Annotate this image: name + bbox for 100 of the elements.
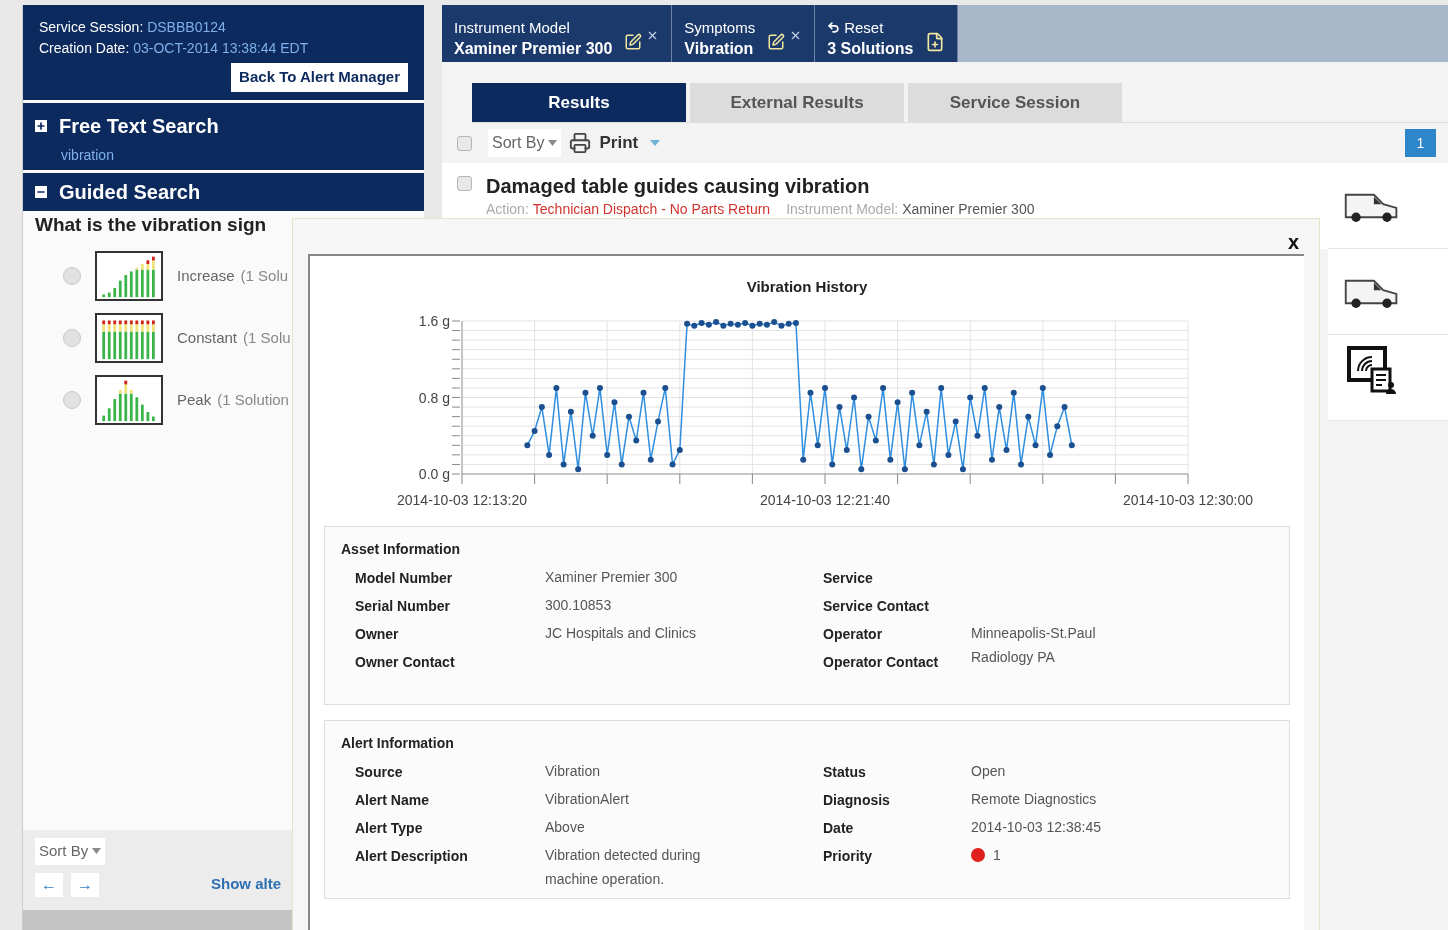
field-value: JC Hospitals and Clinics bbox=[545, 623, 696, 643]
section-title: Alert Information bbox=[341, 733, 455, 753]
bar-meter-drawing bbox=[95, 375, 163, 425]
data-point bbox=[524, 441, 531, 448]
data-point bbox=[546, 451, 553, 458]
option-label: Increase bbox=[177, 265, 235, 286]
breadcrumb-segment[interactable]: Symptoms Vibration bbox=[672, 5, 816, 62]
data-point bbox=[626, 413, 632, 420]
field-label: Owner bbox=[355, 624, 400, 644]
data-point bbox=[669, 460, 676, 467]
field-label: Priority bbox=[823, 846, 873, 866]
field-value: Vibration detected during machine operation. bbox=[545, 845, 702, 889]
data-point bbox=[894, 398, 901, 405]
data-point bbox=[655, 417, 661, 424]
breadcrumb-value: Xaminer Premier 300 bbox=[454, 38, 613, 59]
data-point bbox=[923, 408, 930, 415]
radio-button[interactable] bbox=[63, 267, 81, 285]
data-point bbox=[967, 394, 974, 400]
data-point bbox=[909, 389, 916, 396]
data-point bbox=[945, 451, 952, 458]
undo-icon[interactable] bbox=[827, 20, 841, 34]
collapse-icon[interactable] bbox=[35, 185, 47, 198]
back-button[interactable]: Back To Alert Manager bbox=[231, 63, 408, 92]
field-label: Date bbox=[823, 818, 855, 838]
action-value: Technician Dispatch - No Parts Return bbox=[532, 200, 771, 219]
breadcrumb-segment[interactable]: Instrument Model Xaminer Premier 300 bbox=[442, 5, 673, 62]
data-point bbox=[930, 460, 937, 467]
data-point bbox=[822, 384, 828, 391]
radio-button[interactable] bbox=[63, 391, 81, 409]
data-point bbox=[989, 456, 995, 463]
field-value: 2014-10-03 12:38:45 bbox=[971, 817, 1101, 837]
field-label: Model Number bbox=[355, 568, 454, 588]
section-title: Free Text Search bbox=[59, 113, 219, 139]
tab[interactable]: Results bbox=[472, 83, 686, 122]
x-tick-label: 2014-10-03 12:13:20 bbox=[397, 491, 527, 508]
data-point bbox=[589, 432, 596, 439]
field-value: Minneapolis-St.Paul Radiology PA bbox=[971, 623, 1097, 667]
data-point bbox=[662, 384, 669, 391]
data-point bbox=[1003, 446, 1010, 453]
data-point bbox=[560, 460, 567, 467]
expand-icon[interactable] bbox=[35, 119, 47, 132]
data-point bbox=[633, 437, 640, 444]
show-link[interactable]: Show alte bbox=[211, 873, 281, 896]
bar-meter-drawing bbox=[95, 313, 163, 363]
section-title: Asset Information bbox=[341, 539, 461, 559]
radio-button[interactable] bbox=[63, 329, 81, 347]
search-query: vibration bbox=[61, 145, 115, 165]
field-label: Service bbox=[823, 568, 874, 588]
section-title: Guided Search bbox=[59, 179, 201, 205]
add-document-icon[interactable] bbox=[925, 31, 946, 52]
data-point bbox=[1018, 460, 1024, 467]
print-button[interactable]: Print bbox=[599, 130, 661, 156]
data-point bbox=[582, 389, 589, 396]
breadcrumb-label: Symptoms bbox=[684, 17, 756, 38]
data-point bbox=[596, 384, 603, 391]
data-point bbox=[858, 465, 865, 472]
data-point bbox=[996, 403, 1003, 410]
field-value: VibrationAlert bbox=[545, 789, 629, 809]
section-header[interactable]: Free Text Search vibration bbox=[23, 102, 424, 170]
field-label: Diagnosis bbox=[823, 790, 891, 810]
action-label: Action: bbox=[486, 200, 529, 219]
data-point bbox=[829, 460, 836, 467]
data-point bbox=[865, 413, 872, 420]
breadcrumb-segment[interactable]: Reset 3 Solutions bbox=[815, 5, 959, 62]
next-button[interactable]: → bbox=[71, 872, 99, 897]
data-point bbox=[901, 465, 908, 472]
edit-icon[interactable] bbox=[624, 32, 643, 51]
sort-dropdown[interactable]: Sort By bbox=[488, 129, 562, 157]
y-tick-label: 0.0 g bbox=[418, 465, 450, 482]
field-label: Operator bbox=[823, 624, 884, 644]
data-point bbox=[836, 403, 843, 410]
edit-icon[interactable] bbox=[767, 32, 786, 51]
remote-diagnostics-icon bbox=[1346, 345, 1398, 397]
option-label: Constant bbox=[177, 327, 238, 348]
data-point bbox=[531, 427, 538, 434]
tab[interactable]: Service Session bbox=[908, 83, 1122, 122]
checkbox[interactable] bbox=[457, 135, 472, 151]
sort-dropdown[interactable]: Sort By bbox=[35, 838, 106, 865]
field-label: Source bbox=[355, 762, 404, 782]
result-title[interactable]: Damaged table guides causing vibration bbox=[486, 171, 1035, 201]
field-label: Service Contact bbox=[823, 596, 930, 616]
data-point bbox=[1047, 451, 1054, 458]
field-label: Operator Contact bbox=[823, 652, 940, 672]
model-label: Instrument Model: bbox=[786, 200, 899, 219]
data-point bbox=[618, 460, 625, 467]
checkbox[interactable] bbox=[457, 176, 472, 191]
data-point bbox=[872, 437, 879, 444]
data-point bbox=[553, 384, 560, 391]
page-number[interactable]: 1 bbox=[1405, 129, 1436, 157]
printer-icon[interactable] bbox=[569, 132, 592, 154]
data-point bbox=[916, 441, 923, 448]
data-point bbox=[952, 417, 959, 424]
section-header[interactable]: Guided Search bbox=[23, 172, 424, 211]
previous-button[interactable]: ← bbox=[35, 872, 63, 897]
model-value: Xaminer Premier 300 bbox=[902, 200, 1035, 219]
tab[interactable]: External Results bbox=[690, 83, 904, 122]
chart-title: Vibration History bbox=[746, 277, 868, 297]
y-tick-label: 0.8 g bbox=[418, 389, 450, 405]
session-id: DSBBB0124 bbox=[147, 19, 226, 35]
data-point bbox=[1039, 384, 1046, 391]
